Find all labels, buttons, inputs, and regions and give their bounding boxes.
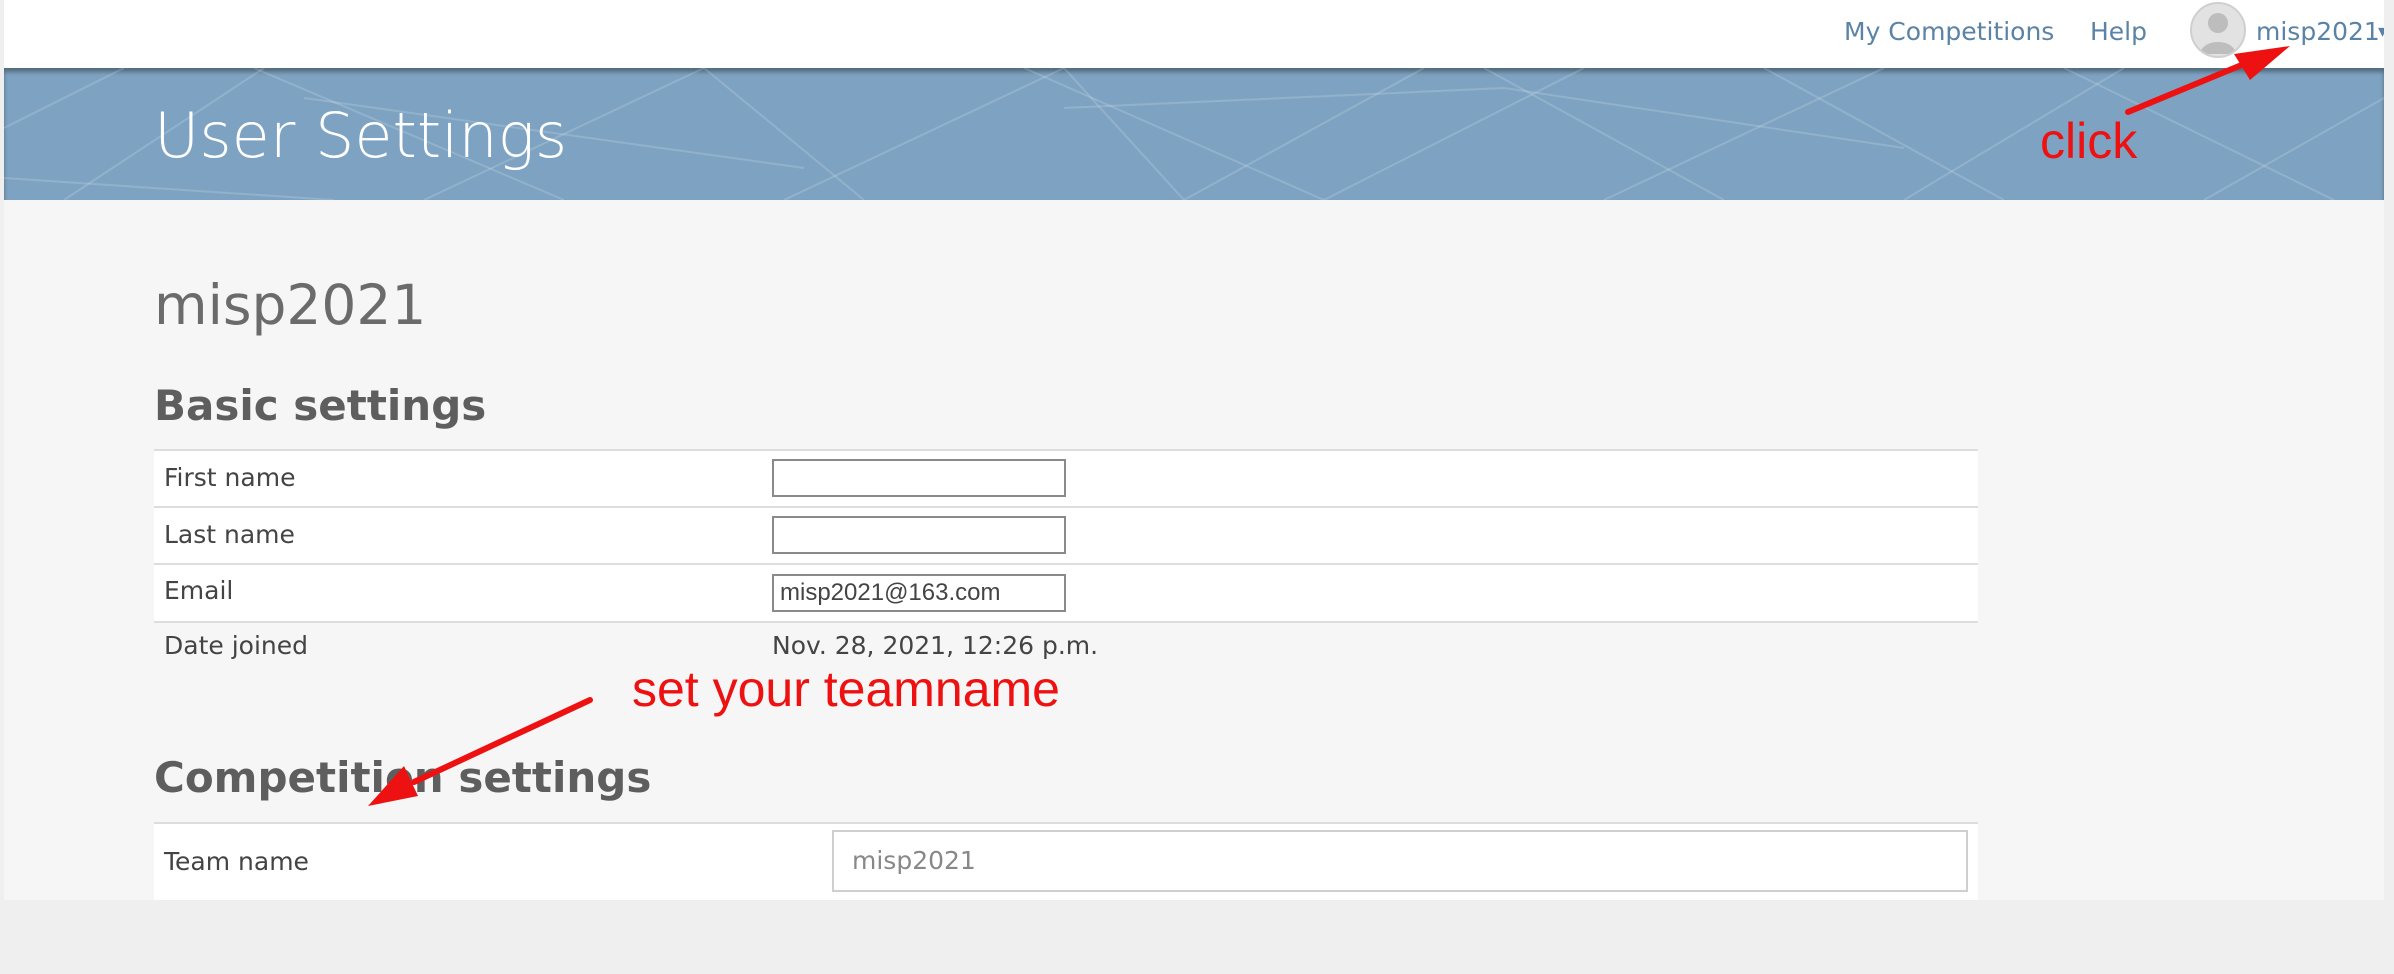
- table-row: Team name misp2021: [154, 824, 1978, 900]
- basic-settings-table: First name Last name Email misp2021@163.…: [154, 449, 1978, 673]
- competition-settings-table: Team name misp2021: [154, 822, 1978, 900]
- top-nav: My Competitions Help misp2021 ▾: [4, 0, 2384, 68]
- last-name-input[interactable]: [772, 516, 1066, 554]
- email-input[interactable]: misp2021@163.com: [772, 574, 1066, 612]
- page: My Competitions Help misp2021 ▾ User Set…: [4, 0, 2384, 900]
- table-row: Date joined Nov. 28, 2021, 12:26 p.m.: [154, 623, 1978, 673]
- avatar[interactable]: [2190, 2, 2246, 58]
- chevron-down-icon[interactable]: ▾: [2378, 16, 2384, 48]
- user-silhouette-icon: [2200, 13, 2236, 54]
- first-name-input[interactable]: [772, 459, 1066, 497]
- team-name-input[interactable]: misp2021: [832, 830, 1968, 892]
- set-teamname-annotation: set your teamname: [632, 661, 1060, 717]
- nav-my-competitions-link[interactable]: My Competitions: [1844, 16, 2054, 48]
- basic-settings-title: Basic settings: [154, 381, 487, 430]
- click-annotation: click: [2040, 113, 2138, 169]
- page-title: User Settings: [154, 99, 568, 172]
- user-menu-link[interactable]: misp2021: [2256, 16, 2380, 48]
- date-joined-value: Nov. 28, 2021, 12:26 p.m.: [772, 631, 1099, 660]
- first-name-label: First name: [164, 463, 296, 492]
- email-label: Email: [164, 576, 234, 605]
- table-row: First name: [154, 451, 1978, 508]
- table-row: Last name: [154, 508, 1978, 565]
- table-row: Email misp2021@163.com: [154, 565, 1978, 623]
- page-banner: User Settings: [4, 68, 2384, 200]
- competition-settings-title: Competition settings: [154, 753, 652, 802]
- profile-username-heading: misp2021: [154, 273, 427, 337]
- date-joined-label: Date joined: [164, 631, 308, 660]
- team-name-label: Team name: [164, 847, 309, 876]
- last-name-label: Last name: [164, 520, 295, 549]
- nav-help-link[interactable]: Help: [2090, 16, 2147, 48]
